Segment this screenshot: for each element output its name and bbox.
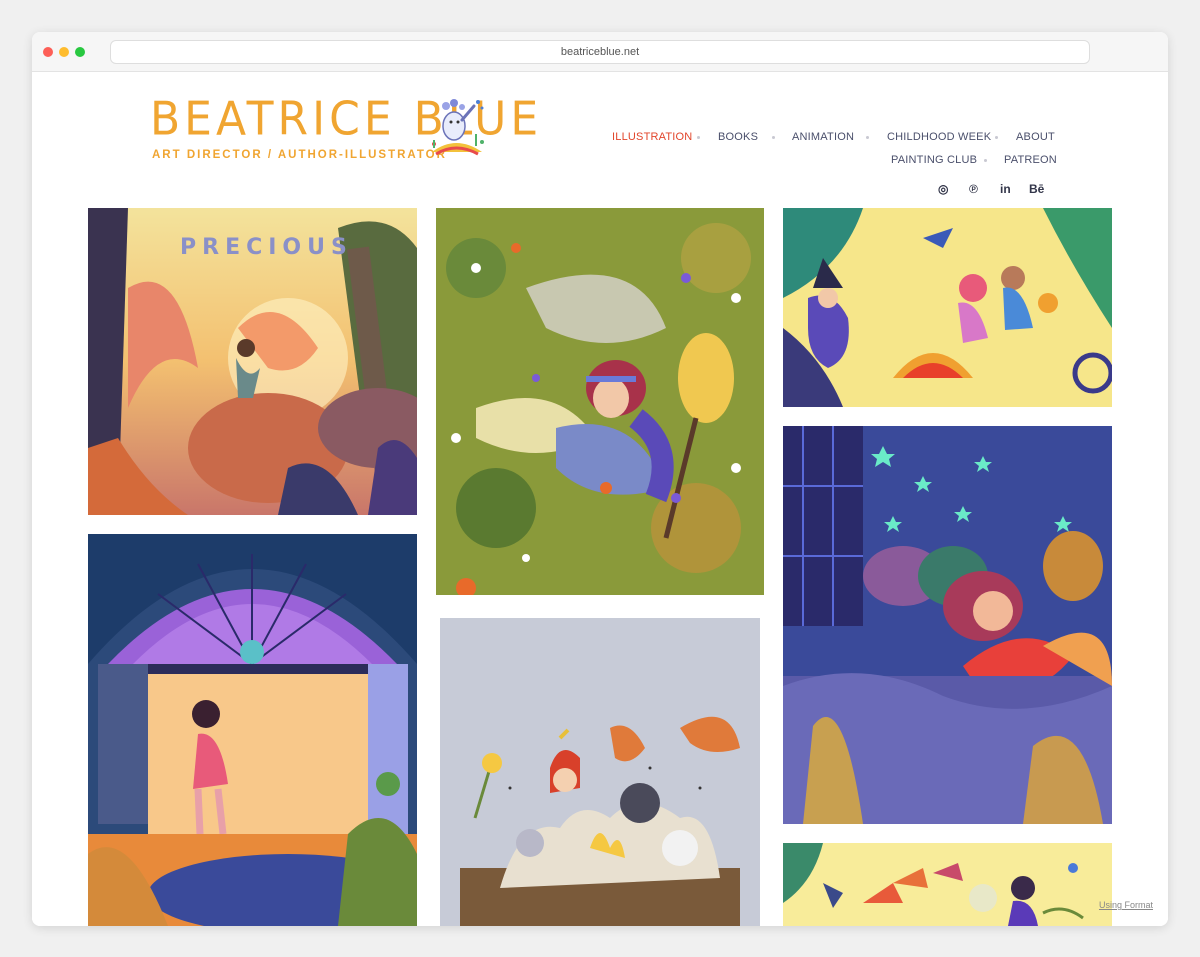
nav-books[interactable]: BOOKS xyxy=(718,131,758,143)
web-page: BEATRICE BLUE ART DIRECTOR / AUTHOR-ILLU… xyxy=(32,73,1168,926)
browser-toolbar: beatriceblue.net xyxy=(32,32,1168,72)
illustration-window-girl xyxy=(88,534,417,926)
linkedin-icon[interactable]: in xyxy=(1000,182,1011,196)
nav-patreon[interactable]: PATREON xyxy=(1004,154,1057,166)
gallery-image-precious[interactable]: PRECIOUS xyxy=(88,208,417,515)
illustration-forest-parade xyxy=(783,208,1112,407)
illustration-birds xyxy=(783,843,1112,926)
nav-animation[interactable]: ANIMATION xyxy=(792,131,854,143)
mascot-icon xyxy=(432,99,484,156)
gallery-image-window-girl[interactable] xyxy=(88,534,417,926)
nav-painting-club[interactable]: PAINTING CLUB xyxy=(891,154,977,166)
minimize-window-button[interactable] xyxy=(59,47,69,57)
close-window-button[interactable] xyxy=(43,47,53,57)
nav-separator xyxy=(772,136,775,139)
browser-window: beatriceblue.net BEATRICE BLUE ART DIREC… xyxy=(32,32,1168,926)
logo-subtitle: ART DIRECTOR / AUTHOR-ILLUSTRATOR xyxy=(152,149,447,161)
illustration-title-text: PRECIOUS xyxy=(180,235,353,260)
using-format-link[interactable]: Using Format xyxy=(1099,900,1153,910)
maximize-window-button[interactable] xyxy=(75,47,85,57)
pinterest-icon[interactable]: ℗ xyxy=(969,182,978,196)
instagram-icon[interactable]: ◎ xyxy=(938,182,948,196)
nav-childhood-week[interactable]: CHILDHOOD WEEK xyxy=(887,131,991,143)
illustration-starry-night xyxy=(783,426,1112,824)
gallery-image-starry-night[interactable] xyxy=(783,426,1112,824)
illustration-campfire-friends xyxy=(440,618,760,926)
illustration-flower-field xyxy=(436,208,764,595)
address-bar[interactable]: beatriceblue.net xyxy=(110,40,1090,64)
gallery-image-flower-field[interactable] xyxy=(436,208,764,595)
nav-separator xyxy=(984,159,987,162)
nav-illustration[interactable]: ILLUSTRATION xyxy=(612,131,692,143)
nav-separator xyxy=(866,136,869,139)
gallery-image-forest-parade[interactable] xyxy=(783,208,1112,407)
nav-separator xyxy=(697,136,700,139)
nav-separator xyxy=(995,136,998,139)
behance-icon[interactable]: Bē xyxy=(1029,182,1044,196)
site-logo[interactable]: BEATRICE BLUE ART DIRECTOR / AUTHOR-ILLU… xyxy=(150,93,538,170)
nav-about[interactable]: ABOUT xyxy=(1016,131,1055,143)
gallery-image-campfire[interactable] xyxy=(440,618,760,926)
gallery-image-birds[interactable] xyxy=(783,843,1112,926)
